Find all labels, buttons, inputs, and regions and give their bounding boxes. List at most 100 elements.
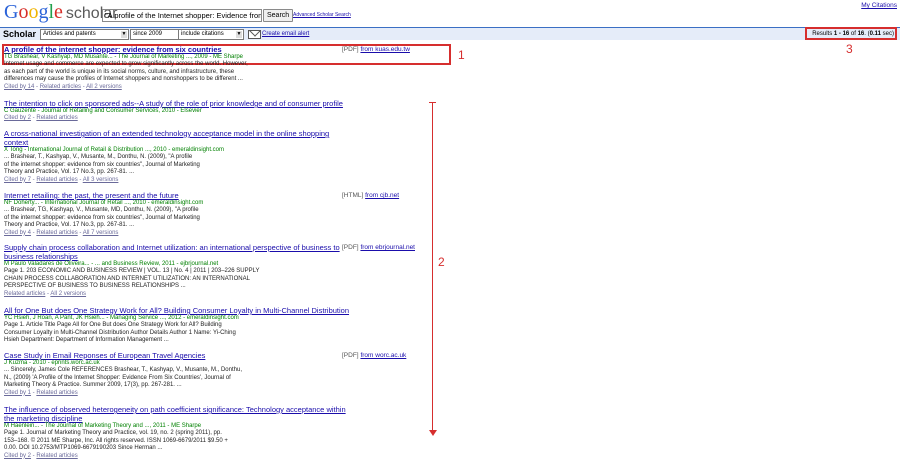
snippet-line: Marketing Theory & Practice. Summer 2009…: [4, 382, 182, 388]
my-citations-link[interactable]: My Citations: [861, 2, 897, 9]
title-line: The influence of observed heterogeneity …: [4, 405, 346, 414]
snippet-line: N., (2009) 'A Profile of the Internet Sh…: [4, 374, 231, 381]
result-authors: C Gauzente - Journal of Retailing and Co…: [4, 108, 202, 114]
related-articles-link[interactable]: Related articles: [36, 177, 77, 183]
all-versions-link[interactable]: All 3 versions: [83, 177, 119, 183]
cited-by-link[interactable]: Cited by 2: [4, 115, 31, 121]
annotation-number-1: 1: [458, 48, 465, 62]
result-snippet: ... Brashear, TG, Kashyap, V., Musante, …: [4, 207, 276, 230]
source-domain[interactable]: from worc.ac.uk: [360, 352, 406, 359]
result-snippet: Page 1. 203 ECONOMIC AND BUSINESS REVIEW…: [4, 268, 276, 291]
create-email-alert-link[interactable]: Create email alert: [262, 30, 309, 38]
result-source-link[interactable]: [PDF] from ebrjournal.net: [342, 244, 415, 251]
result-title-link[interactable]: Internet retailing: the past, the presen…: [4, 191, 179, 200]
google-scholar-logo[interactable]: Google scholar: [4, 1, 117, 25]
annotation-box-results: [805, 27, 897, 40]
result-footer: Cited by 2 - Related articles: [4, 452, 78, 459]
citations-select[interactable]: include citations ▼: [178, 29, 244, 40]
related-articles-link[interactable]: Related articles: [36, 390, 77, 396]
snippet-line: PERSPECTIVE OF BUSINESS TO BUSINESS RELA…: [4, 283, 186, 289]
snippet-line: ... Brashear, TG, Kashyap, V., Musante, …: [4, 207, 199, 213]
email-envelope-icon[interactable]: [248, 30, 261, 39]
search-result: The influence of observed heterogeneity …: [4, 405, 424, 460]
result-authors: M Paulo Valadares de Oliveira... - ... a…: [4, 261, 219, 267]
title-line: the marketing discipline: [4, 414, 83, 423]
all-versions-link[interactable]: All 2 versions: [50, 291, 86, 297]
article-type-select[interactable]: Articles and patents ▼: [40, 29, 129, 40]
result-footer: Cited by 2 - Related articles: [4, 115, 78, 121]
search-result: A cross-national investigation of an ext…: [4, 129, 424, 184]
top-bar: Google scholar "A profile of the Internet…: [0, 0, 900, 26]
annotation-arrow-head: [429, 430, 437, 436]
file-type-tag: [HTML]: [342, 192, 364, 199]
all-versions-link[interactable]: All 7 versions: [83, 230, 119, 236]
chevron-down-icon: ▼: [236, 31, 242, 38]
snippet-line: 153–168. © 2011 ME Sharpe, Inc. All righ…: [4, 437, 228, 444]
cited-by-link[interactable]: Cited by 4: [4, 230, 31, 236]
result-authors: M Haenlein... - The Journal of Marketing…: [4, 423, 202, 429]
result-snippet: Page 1. Journal of Marketing Theory and …: [4, 430, 276, 453]
related-articles-link[interactable]: Related articles: [40, 84, 81, 90]
search-result: The intention to click on sponsored ads-…: [4, 99, 424, 122]
result-authors: TG Brashear, V Kashyap, MD Musante... - …: [4, 54, 243, 60]
snippet-line: Theory and Practice, Vol. 17 No.3, pp. 2…: [4, 222, 135, 228]
file-type-tag: [PDF]: [342, 352, 359, 359]
related-articles-link[interactable]: Related articles: [4, 291, 45, 297]
title-line: Supply chain process collaboration and I…: [4, 243, 340, 252]
related-articles-link[interactable]: Related articles: [36, 230, 77, 236]
result-snippet: Internet usage and commerce are expected…: [4, 61, 276, 84]
logo-letter: o: [18, 1, 29, 23]
result-title-link[interactable]: A profile of the internet shopper: evide…: [4, 45, 222, 54]
logo-letter: o: [28, 1, 39, 23]
source-domain[interactable]: from cjb.net: [365, 192, 399, 199]
title-line: A cross-national investigation of an ext…: [4, 129, 330, 138]
source-domain[interactable]: from ebrjournal.net: [360, 244, 415, 251]
annotation-number-3: 3: [846, 42, 853, 56]
result-source-link[interactable]: [PDF] from kuas.edu.tw: [342, 46, 410, 53]
result-snippet: Page 1. Article Title Page All for One B…: [4, 322, 276, 345]
snippet-line: 0.00. DOI 10.2753/MTP1069-6679190203 Sin…: [4, 445, 163, 451]
logo-letter: g: [38, 1, 49, 23]
snippet-line: ... Brashear, T., Kashyap, V., Musante, …: [4, 154, 193, 160]
search-button[interactable]: Search: [263, 9, 294, 22]
search-input[interactable]: "A profile of the Internet shopper: Evid…: [102, 9, 262, 22]
scholar-label: Scholar: [3, 29, 37, 39]
snippet-line: Internet usage and commerce are expected…: [4, 61, 248, 67]
result-title-link[interactable]: Case Study in Email Reponses of European…: [4, 351, 205, 360]
search-result: All for One But does One Strategy Work f…: [4, 306, 424, 345]
snippet-line: differences may cause the profiles of In…: [4, 76, 243, 82]
snippet-line: Hsieh Department: Department of Informat…: [4, 337, 169, 343]
file-type-tag: [PDF]: [342, 244, 359, 251]
snippet-line: of the internet shopper: evidence from s…: [4, 214, 200, 221]
related-articles-link[interactable]: Related articles: [36, 453, 77, 459]
result-source-link[interactable]: [PDF] from worc.ac.uk: [342, 352, 406, 359]
cited-by-link[interactable]: Cited by 7: [4, 177, 31, 183]
result-title-link[interactable]: The influence of observed heterogeneity …: [4, 405, 346, 423]
all-versions-link[interactable]: All 2 versions: [86, 84, 122, 90]
select-value: include citations: [181, 31, 224, 37]
cited-by-link[interactable]: Cited by 1: [4, 390, 31, 396]
result-source-link[interactable]: [HTML] from cjb.net: [342, 192, 399, 199]
result-title-link[interactable]: A cross-national investigation of an ext…: [4, 129, 329, 147]
result-footer: Cited by 4 - Related articles - All 7 ve…: [4, 229, 119, 236]
result-authors: X Tong - International Journal of Retail…: [4, 147, 225, 153]
source-domain[interactable]: from kuas.edu.tw: [360, 46, 410, 53]
snippet-line: Page 1. Article Title Page All for One B…: [4, 322, 222, 328]
advanced-search-link[interactable]: Advanced Scholar Search: [293, 12, 351, 18]
select-value: since 2009: [133, 31, 163, 37]
result-authors: YC Hsieh, J Roan, A Pant, JK Hsieh... - …: [4, 315, 239, 321]
result-title-link[interactable]: All for One But does One Strategy Work f…: [4, 306, 349, 315]
result-authors: J Kuzma - 2010 - eprints.worc.ac.uk: [4, 360, 100, 366]
result-footer: Cited by 14 - Related articles - All 2 v…: [4, 83, 122, 90]
cited-by-link[interactable]: Cited by 2: [4, 453, 31, 459]
result-title-link[interactable]: The intention to click on sponsored ads-…: [4, 99, 343, 108]
snippet-line: CHAIN PROCESS COLLABORATION AND INTERNET…: [4, 275, 250, 282]
result-footer: Cited by 1 - Related articles: [4, 389, 78, 396]
cited-by-link[interactable]: Cited by 14: [4, 84, 34, 90]
result-title-link[interactable]: Supply chain process collaboration and I…: [4, 243, 340, 261]
snippet-line: ... Sincerely, James Cole REFERENCES Bra…: [4, 367, 242, 373]
related-articles-link[interactable]: Related articles: [36, 115, 77, 121]
result-authors: NF Doherty... - International Journal of…: [4, 200, 204, 206]
snippet-line: as each part of the world is unique in i…: [4, 68, 235, 75]
chevron-down-icon: ▼: [121, 31, 127, 38]
